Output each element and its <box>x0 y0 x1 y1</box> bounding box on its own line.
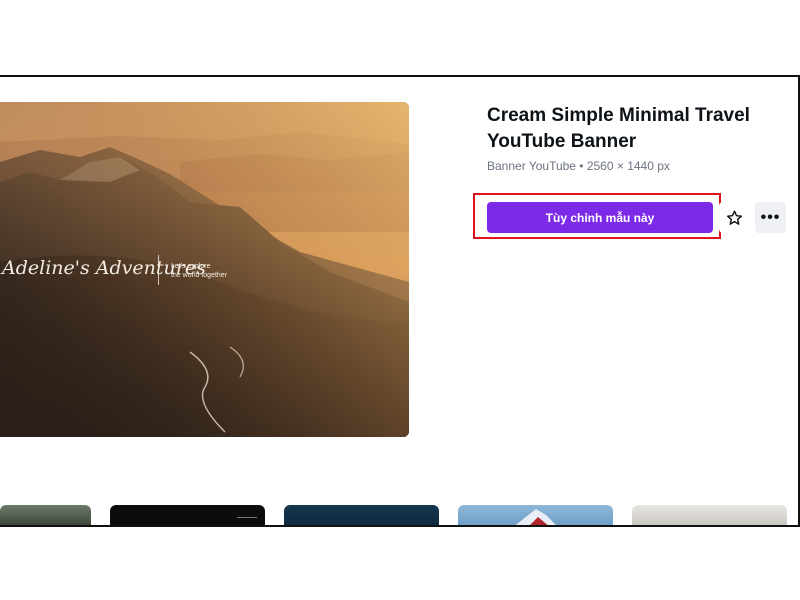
related-thumbnail-5[interactable] <box>632 505 787 525</box>
template-title: Cream Simple Minimal Travel YouTube Bann… <box>487 105 750 152</box>
template-meta: Banner YouTube • 2560 × 1440 px <box>487 159 670 173</box>
more-horizontal-icon: ••• <box>760 208 781 226</box>
preview-tagline: Let's explore the world together <box>171 262 227 280</box>
snowy-peak-thumbnail-art <box>515 509 556 525</box>
tagline-line1: Let's explore <box>171 263 211 270</box>
star-icon <box>726 210 743 225</box>
thumbnail-line <box>237 517 257 518</box>
tagline-line2: the world together <box>171 272 228 279</box>
preview-divider <box>158 255 159 285</box>
related-thumbnail-3[interactable] <box>284 505 439 525</box>
customize-template-button[interactable]: Tùy chỉnh mẫu này <box>487 202 713 233</box>
related-thumbnail-2[interactable] <box>110 505 265 525</box>
more-options-button[interactable]: ••• <box>755 202 786 233</box>
template-detail-panel: Adeline's Adventures Let's explore the w… <box>0 75 800 527</box>
related-thumbnail-4[interactable] <box>458 505 613 525</box>
related-thumbnail-1[interactable] <box>0 505 91 525</box>
template-preview[interactable]: Adeline's Adventures Let's explore the w… <box>0 102 409 437</box>
favorite-button[interactable] <box>719 202 750 233</box>
